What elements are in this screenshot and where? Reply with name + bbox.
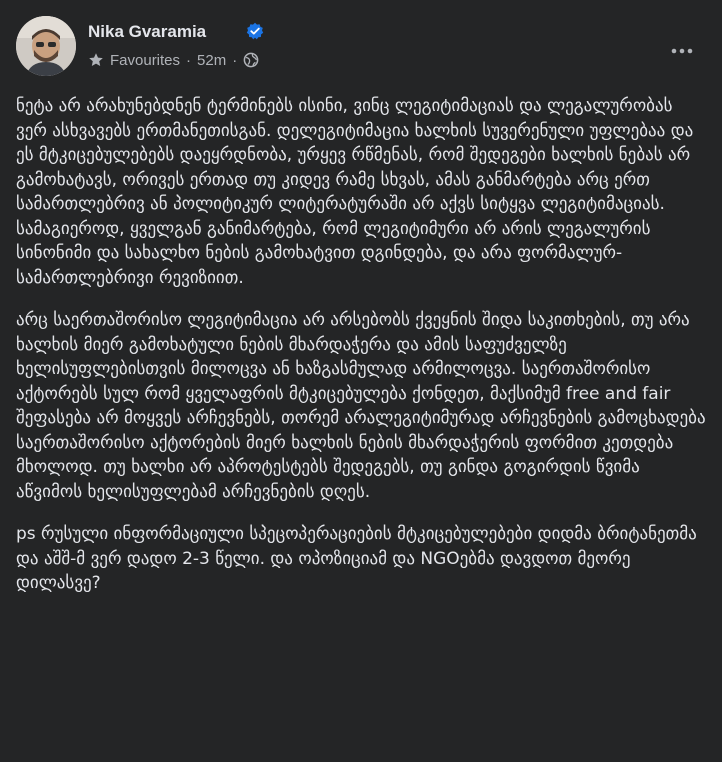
audience-label[interactable]: Favourites <box>110 52 180 69</box>
post-header: Nika Gvaramia Favourites · 52m · <box>16 16 706 80</box>
post-paragraph: ps რუსული ინფორმაციული სპეცოპერაციების მ… <box>16 524 697 593</box>
post-text: ნეტა არ არახუნებდნენ ტერმინებს ისინი, ვი… <box>16 94 706 614</box>
avatar[interactable] <box>16 16 76 76</box>
facebook-post: Nika Gvaramia Favourites · 52m · ნეტა არ… <box>0 0 722 762</box>
post-paragraph: ნეტა არ არახუნებდნენ ტერმინებს ისინი, ვი… <box>16 96 694 288</box>
star-icon <box>88 52 104 68</box>
author-name[interactable]: Nika Gvaramia <box>88 22 206 42</box>
post-timestamp[interactable]: 52m <box>197 52 226 69</box>
more-dots-icon <box>671 39 693 58</box>
globe-icon[interactable] <box>243 52 259 68</box>
post-paragraph: არც საერთაშორისო ლეგიტიმაცია არ არსებობს… <box>16 310 706 502</box>
verified-badge-icon <box>246 22 264 40</box>
separator-dot: · <box>232 51 238 69</box>
separator-dot: · <box>186 51 192 69</box>
more-options-button[interactable] <box>664 30 700 66</box>
post-meta: Favourites · 52m · <box>88 50 259 70</box>
